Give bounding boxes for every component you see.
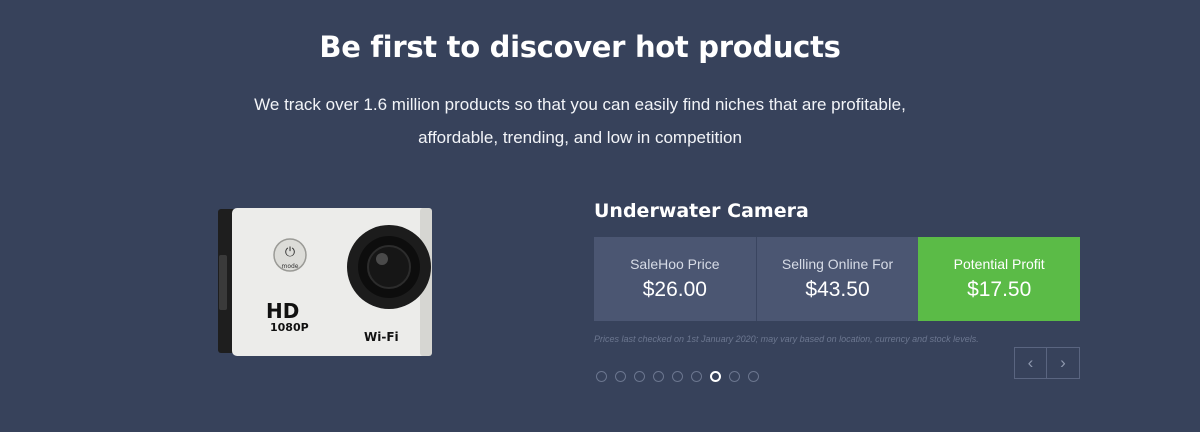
hd-label: HD xyxy=(266,299,299,323)
carousel-dot[interactable] xyxy=(615,371,626,382)
carousel-dot[interactable] xyxy=(748,371,759,382)
chevron-left-icon: ‹ xyxy=(1027,353,1034,372)
carousel-dot[interactable] xyxy=(596,371,607,382)
potential-profit-value: $17.50 xyxy=(967,278,1032,301)
chevron-right-icon: › xyxy=(1060,353,1066,372)
product-name: Underwater Camera xyxy=(594,200,809,222)
potential-profit-label: Potential Profit xyxy=(953,256,1045,272)
potential-profit-cell: Potential Profit $17.50 xyxy=(918,237,1081,321)
carousel-dot[interactable] xyxy=(691,371,702,382)
selling-online-value: $43.50 xyxy=(805,278,870,301)
price-table: SaleHoo Price $26.00 Selling Online For … xyxy=(594,237,1081,321)
subtext-line-1: We track over 1.6 million products so th… xyxy=(254,95,906,114)
selling-online-cell: Selling Online For $43.50 xyxy=(755,237,919,321)
selling-online-label: Selling Online For xyxy=(781,256,894,272)
resolution-label: 1080P xyxy=(270,321,309,334)
subtext-line-2: affordable, trending, and low in competi… xyxy=(418,128,742,147)
page-headline: Be first to discover hot products xyxy=(319,30,841,64)
salehoo-price-cell: SaleHoo Price $26.00 xyxy=(594,237,756,321)
hero-subtext: We track over 1.6 million products so th… xyxy=(200,88,960,154)
carousel-prev-button[interactable]: ‹ xyxy=(1014,347,1047,379)
salehoo-price-label: SaleHoo Price xyxy=(630,256,720,272)
carousel-dot[interactable] xyxy=(672,371,683,382)
carousel-pagination xyxy=(596,371,759,382)
salehoo-price-value: $26.00 xyxy=(642,278,707,301)
mode-label: mode xyxy=(281,263,298,270)
price-disclaimer: Prices last checked on 1st January 2020;… xyxy=(594,334,979,344)
carousel-arrows: ‹ › xyxy=(1014,347,1080,379)
carousel-next-button[interactable]: › xyxy=(1047,347,1080,379)
carousel-dot[interactable] xyxy=(710,371,721,382)
wifi-label: Wi-Fi xyxy=(364,330,399,344)
action-camera-image: ⏻ mode HD 1080P Wi-Fi xyxy=(218,208,432,356)
carousel-dot[interactable] xyxy=(634,371,645,382)
carousel-dot[interactable] xyxy=(729,371,740,382)
svg-text:⏻: ⏻ xyxy=(285,245,295,260)
carousel-dot[interactable] xyxy=(653,371,664,382)
